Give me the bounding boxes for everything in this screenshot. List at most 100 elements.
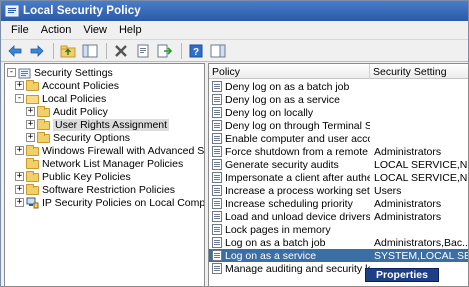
menu-view[interactable]: View <box>77 23 113 37</box>
help-icon: ? <box>189 44 203 58</box>
expand-toggle[interactable]: + <box>15 172 24 181</box>
toolbar-separator <box>53 42 54 59</box>
export-list-button[interactable] <box>155 42 175 60</box>
export-list-icon <box>157 44 173 57</box>
expand-toggle[interactable]: + <box>26 107 35 116</box>
menu-help[interactable]: Help <box>113 23 148 37</box>
expand-toggle[interactable]: + <box>15 81 24 90</box>
tree-item-security-settings[interactable]: - Security Settings <box>7 66 113 79</box>
table-row[interactable]: Log on as a batch job Administrators,Bac… <box>209 236 469 249</box>
show-hide-console-tree-button[interactable] <box>80 42 100 60</box>
forward-arrow-icon <box>30 44 44 57</box>
table-row[interactable]: Load and unload device drivers Administr… <box>209 210 468 223</box>
policy-list: Policy Security Setting Deny log on as a… <box>208 63 469 287</box>
table-row[interactable]: Impersonate a client after authen... LOC… <box>209 171 468 184</box>
table-row[interactable]: Deny log on as a service <box>209 93 468 106</box>
policy-name: Increase a process working set <box>225 184 370 197</box>
policy-icon <box>212 120 222 131</box>
properties-button[interactable] <box>133 42 153 60</box>
help-button[interactable]: ? <box>186 42 206 60</box>
tree-item-ip-security-policies[interactable]: + IP Security Policies on Local Computer <box>15 196 204 209</box>
expand-toggle[interactable]: + <box>26 120 35 129</box>
console-tree-icon <box>82 44 98 57</box>
menu-bar: File Action View Help <box>1 21 468 40</box>
policy-icon <box>212 263 222 274</box>
policy-name: Force shutdown from a remote sy... <box>225 145 370 158</box>
folder-icon <box>26 157 39 170</box>
tree-item-label: Audit Policy <box>53 105 108 118</box>
table-row[interactable]: Deny log on locally <box>209 106 468 119</box>
local-security-policy-icon <box>5 4 19 18</box>
folder-icon <box>26 183 39 196</box>
tree-item-label: Security Options <box>53 131 131 144</box>
policy-icon <box>212 107 222 118</box>
tree-item-label: Software Restriction Policies <box>42 183 176 196</box>
table-row[interactable]: Enable computer and user accoun... <box>209 132 468 145</box>
tree-item-label: Public Key Policies <box>42 170 131 183</box>
folder-icon <box>37 118 50 131</box>
policy-icon <box>212 185 222 196</box>
collapse-toggle[interactable]: - <box>7 68 16 77</box>
policy-name: Generate security audits <box>225 158 339 171</box>
policy-name: Lock pages in memory <box>225 223 331 236</box>
tree-item-network-list-manager[interactable]: Network List Manager Policies <box>15 157 183 170</box>
delete-button[interactable] <box>111 42 131 60</box>
properties-icon <box>137 44 149 57</box>
tree-item-public-key-policies[interactable]: + Public Key Policies <box>15 170 131 183</box>
collapse-toggle[interactable]: - <box>15 94 24 103</box>
security-setting: SYSTEM,LOCAL SER... <box>374 249 468 262</box>
forward-button[interactable] <box>27 42 47 60</box>
policy-icon <box>212 172 222 183</box>
expand-toggle[interactable]: + <box>15 146 24 155</box>
security-setting: Users <box>374 184 402 197</box>
table-row[interactable]: Generate security audits LOCAL SERVICE,N… <box>209 158 468 171</box>
tree-item-label: Network List Manager Policies <box>42 157 184 170</box>
table-row[interactable]: Increase scheduling priority Administrat… <box>209 197 468 210</box>
tree-item-security-options[interactable]: + Security Options <box>26 131 130 144</box>
table-row[interactable]: Force shutdown from a remote sy... Admin… <box>209 145 468 158</box>
folder-up-icon <box>60 45 76 57</box>
policy-icon <box>212 250 222 261</box>
expand-toggle[interactable]: + <box>26 133 35 142</box>
tree-item-account-policies[interactable]: + Account Policies <box>15 79 119 92</box>
context-menu-properties[interactable]: Properties <box>365 268 439 282</box>
show-action-pane-button[interactable] <box>208 42 228 60</box>
title-bar[interactable]: Local Security Policy <box>1 1 468 21</box>
table-row[interactable]: Increase a process working set Users <box>209 184 468 197</box>
policy-icon <box>212 159 222 170</box>
policy-name: Impersonate a client after authen... <box>225 171 370 184</box>
policy-name: Increase scheduling priority <box>225 197 353 210</box>
menu-action[interactable]: Action <box>35 23 78 37</box>
policy-name: Deny log on as a service <box>225 93 340 106</box>
tree-item-windows-firewall[interactable]: + Windows Firewall with Advanced Securit… <box>15 144 204 157</box>
policy-name: Enable computer and user accoun... <box>225 132 370 145</box>
expand-toggle[interactable]: + <box>15 185 24 194</box>
table-row[interactable]: Lock pages in memory <box>209 223 468 236</box>
local-security-policy-window: Local Security Policy File Action View H… <box>0 0 469 287</box>
column-header-policy[interactable]: Policy <box>209 64 370 79</box>
policy-name: Deny log on locally <box>225 106 314 119</box>
column-header-security-setting[interactable]: Security Setting <box>370 64 468 79</box>
ip-security-icon <box>26 197 39 209</box>
table-row-selected[interactable]: Log on as a service SYSTEM,LOCAL SER... <box>209 249 468 262</box>
tree-item-local-policies[interactable]: - Local Policies <box>15 92 106 105</box>
security-setting: Administrators <box>374 197 442 210</box>
tree-item-audit-policy[interactable]: + Audit Policy <box>26 105 108 118</box>
security-settings-icon <box>18 67 31 79</box>
back-button[interactable] <box>5 42 25 60</box>
expand-toggle[interactable]: + <box>15 198 24 207</box>
tree-item-software-restriction[interactable]: + Software Restriction Policies <box>15 183 175 196</box>
policy-icon <box>212 133 222 144</box>
security-setting: Administrators,Bac... <box>374 236 469 249</box>
policy-name: Log on as a service <box>225 249 317 262</box>
tree-item-user-rights-assignment[interactable]: + User Rights Assignment <box>26 118 170 131</box>
back-arrow-icon <box>8 44 22 57</box>
menu-file[interactable]: File <box>5 23 35 37</box>
security-setting: Administrators <box>374 210 442 223</box>
folder-icon <box>37 105 50 118</box>
table-row[interactable]: Deny log on as a batch job <box>209 80 468 93</box>
up-one-level-button[interactable] <box>58 42 78 60</box>
policy-icon <box>212 81 222 92</box>
table-row[interactable]: Deny log on through Terminal Ser... <box>209 119 468 132</box>
list-header: Policy Security Setting <box>209 64 468 79</box>
